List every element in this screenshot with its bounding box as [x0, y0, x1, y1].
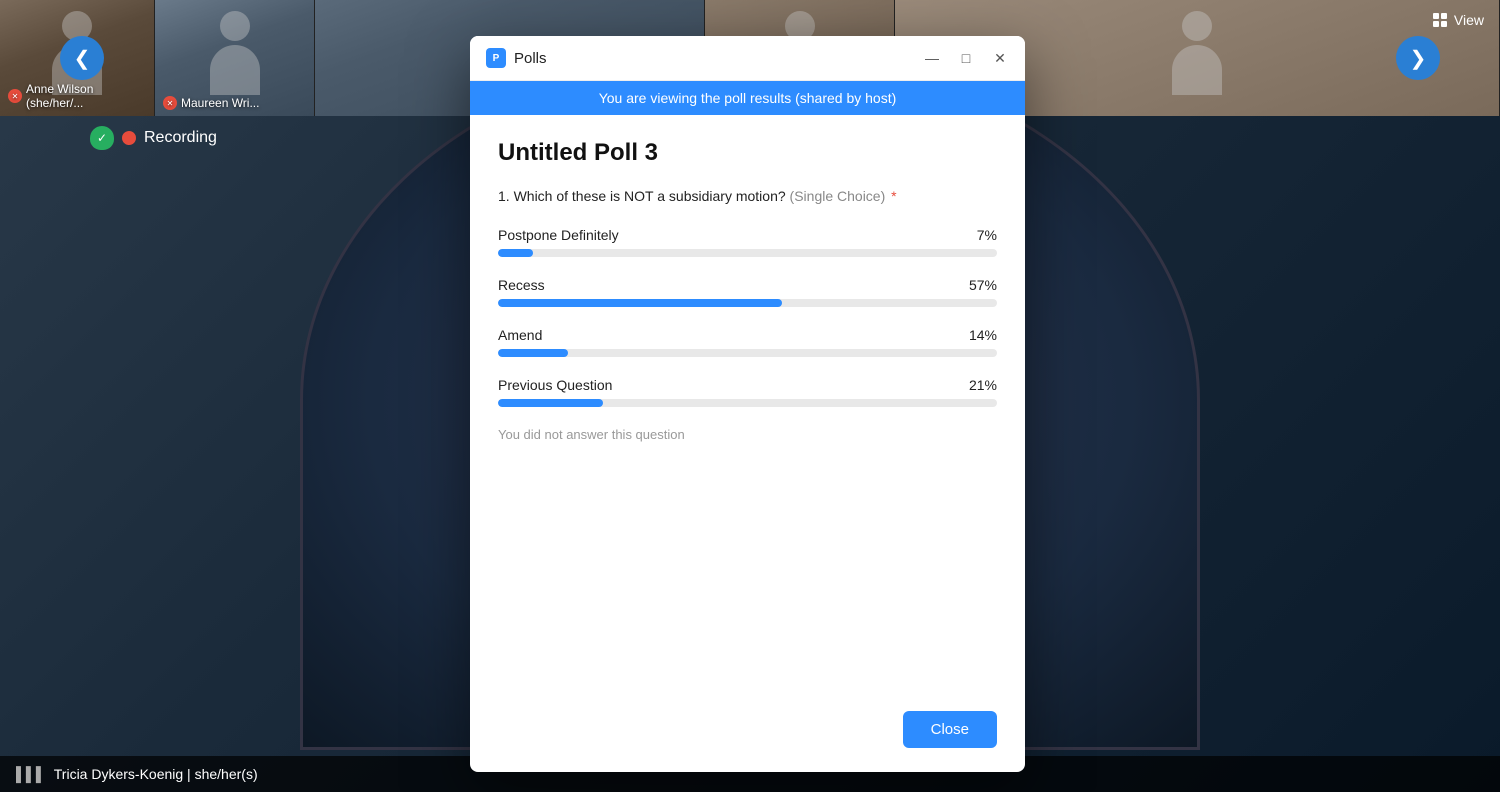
dialog-body: Untitled Poll 3 1. Which of these is NOT…: [470, 115, 1025, 695]
right-chevron-icon: ❯: [1410, 46, 1427, 71]
option-percent-1: 7%: [977, 227, 997, 243]
participant-name-anne: Anne Wilson (she/her/...: [26, 82, 154, 110]
question-type: (Single Choice): [790, 188, 886, 204]
view-label: View: [1454, 12, 1484, 28]
participant-label-maureen: ✕ Maureen Wri...: [163, 96, 259, 110]
participant-name-maureen: Maureen Wri...: [181, 96, 259, 110]
polls-dialog: P Polls — □ ✕ You are viewing the poll r…: [470, 36, 1025, 772]
notification-text: You are viewing the poll results (shared…: [599, 90, 897, 106]
recording-label: Recording: [144, 129, 217, 147]
poll-title: Untitled Poll 3: [498, 139, 997, 167]
progress-fill-3: [498, 349, 568, 357]
mic-off-icon: ✕: [8, 89, 22, 103]
option-row-4: Previous Question 21%: [498, 377, 997, 393]
progress-track-2: [498, 299, 997, 307]
dialog-title-text: Polls: [514, 50, 547, 67]
minimize-button[interactable]: —: [923, 49, 941, 67]
question-label: 1. Which of these is NOT a subsidiary mo…: [498, 188, 786, 204]
poll-option-1: Postpone Definitely 7%: [498, 227, 997, 257]
participant-tile-maureen: ✕ Maureen Wri...: [155, 0, 315, 116]
recording-bar: ✓ Recording: [90, 126, 217, 150]
dialog-title-left: P Polls: [486, 48, 547, 68]
option-row-2: Recess 57%: [498, 277, 997, 293]
shield-icon: ✓: [90, 126, 114, 150]
option-percent-2: 57%: [969, 277, 997, 293]
person-body-5: [1172, 45, 1222, 95]
bottom-name: Tricia Dykers-Koenig | she/her(s): [54, 766, 258, 782]
option-percent-3: 14%: [969, 327, 997, 343]
nav-arrow-right[interactable]: ❯: [1396, 36, 1440, 80]
poll-option-3: Amend 14%: [498, 327, 997, 357]
progress-track-3: [498, 349, 997, 357]
progress-fill-4: [498, 399, 603, 407]
close-dialog-button[interactable]: ✕: [991, 49, 1009, 67]
no-answer-text: You did not answer this question: [498, 427, 997, 442]
progress-fill-2: [498, 299, 782, 307]
poll-option-4: Previous Question 21%: [498, 377, 997, 407]
person-head-2: [220, 11, 250, 41]
person-head-5: [1182, 11, 1212, 41]
required-star: *: [891, 188, 896, 204]
view-icon: [1432, 12, 1448, 28]
progress-fill-1: [498, 249, 533, 257]
option-label-4: Previous Question: [498, 377, 612, 393]
mic-off-icon-2: ✕: [163, 96, 177, 110]
nav-arrow-left[interactable]: ❮: [60, 36, 104, 80]
poll-option-2: Recess 57%: [498, 277, 997, 307]
option-percent-4: 21%: [969, 377, 997, 393]
maximize-button[interactable]: □: [957, 49, 975, 67]
progress-track-4: [498, 399, 997, 407]
left-chevron-icon: ❮: [74, 46, 91, 71]
notification-bar: You are viewing the poll results (shared…: [470, 81, 1025, 115]
zoom-polls-icon: P: [486, 48, 506, 68]
dialog-footer: Close: [470, 695, 1025, 772]
option-label-1: Postpone Definitely: [498, 227, 619, 243]
person-silhouette-5: [1167, 11, 1227, 91]
participant-label-anne: ✕ Anne Wilson (she/her/...: [8, 82, 154, 110]
question-text: 1. Which of these is NOT a subsidiary mo…: [498, 187, 997, 207]
view-button[interactable]: View: [1432, 12, 1484, 28]
person-silhouette-2: [205, 11, 265, 91]
tile-bg-maureen: ✕ Maureen Wri...: [155, 0, 314, 116]
option-label-3: Amend: [498, 327, 542, 343]
rec-dot: [122, 131, 136, 145]
signal-icon: ▌▌▌: [16, 766, 46, 782]
dialog-controls: — □ ✕: [923, 49, 1009, 67]
dialog-titlebar: P Polls — □ ✕: [470, 36, 1025, 81]
person-body-2: [210, 45, 260, 95]
option-row-1: Postpone Definitely 7%: [498, 227, 997, 243]
option-row-3: Amend 14%: [498, 327, 997, 343]
close-button[interactable]: Close: [903, 711, 997, 748]
progress-track-1: [498, 249, 997, 257]
option-label-2: Recess: [498, 277, 545, 293]
